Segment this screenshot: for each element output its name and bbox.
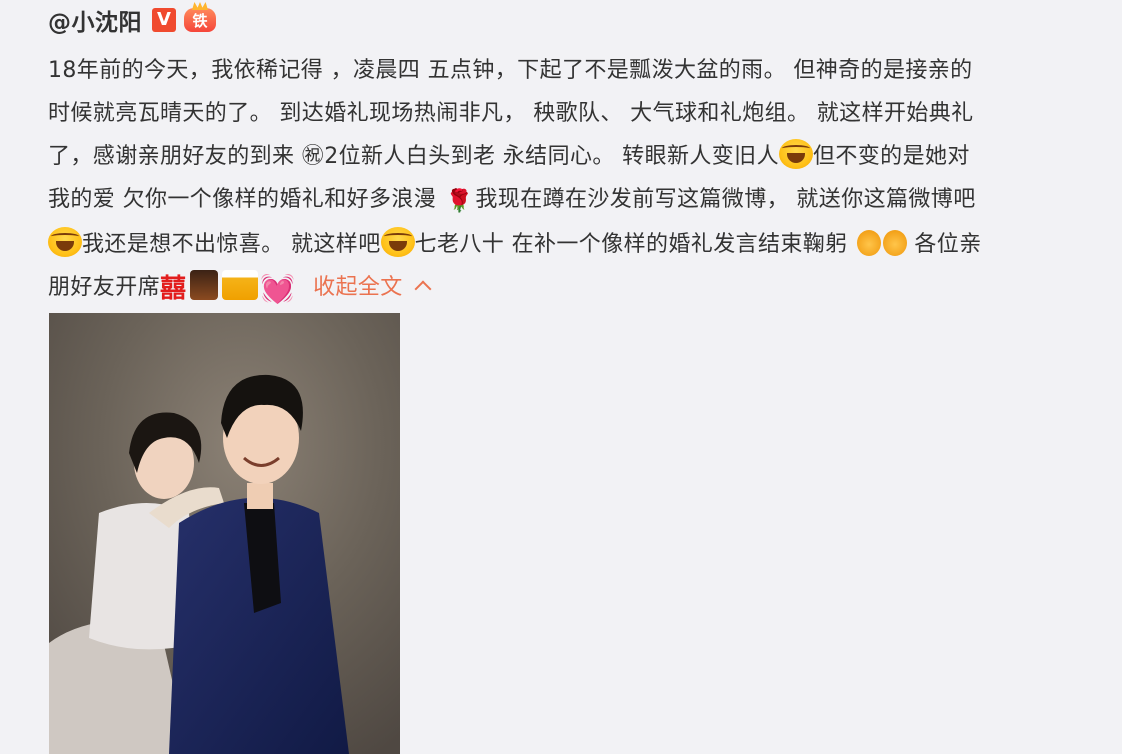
weibo-post: @小沈阳 V 铁 18年前的今天，我依稀记得 ，凌晨四 五点钟，下起了不是瓢泼大… [48,0,1108,311]
fan-crown-badge-icon[interactable]: 铁 [184,8,216,32]
post-text: 了，感谢亲朋好友的到来 ㊗2位新人白头到老 永结同心。 转眼新人变旧人 [48,144,779,169]
laugh-cry-emoji-icon [380,227,415,257]
post-photo[interactable] [49,313,400,754]
content-line: 我的爱 欠你一个像样的婚礼和好多浪漫 🌹我现在蹲在沙发前写这篇微博， 就送你这篇… [48,178,1098,223]
post-text: 但不变的是她对 [812,144,970,169]
author-name[interactable]: @小沈阳 [48,3,142,37]
groom-emoji-icon [883,230,908,256]
double-happiness-emoji-icon: 囍 [160,274,187,304]
laugh-cry-emoji-icon [778,139,813,169]
collapse-full-text-link[interactable]: 收起全文 [313,275,432,300]
bride-emoji-icon [857,230,882,256]
collapse-label[interactable]: 收起全文 [313,275,403,300]
post-text: 朋好友开席 [48,275,161,300]
couple-photo-illustration [49,313,400,754]
post-text: 18年前的今天，我依稀记得 ，凌晨四 五点钟，下起了不是瓢泼大盆的雨。 但神奇的… [48,58,973,83]
content-line: 时候就亮瓦晴天的了。 到达婚礼现场热闹非凡， 秧歌队、 大气球和礼炮组。 就这样… [48,92,1098,135]
laugh-cry-emoji-icon [48,227,82,257]
content-line: 朋好友开席囍 💓 收起全文 [48,266,1098,311]
post-text: 我现在蹲在沙发前写这篇微博， 就送你这篇微博吧 [475,187,976,212]
post-content: 18年前的今天，我依稀记得 ，凌晨四 五点钟，下起了不是瓢泼大盆的雨。 但神奇的… [48,49,1098,311]
post-text: 七老八十 在补一个像样的婚礼发言结束鞠躬 [414,232,848,257]
post-text: 时候就亮瓦晴天的了。 到达婚礼现场热闹非凡， 秧歌队、 大气球和礼炮组。 就这样… [48,101,974,126]
post-text: 我还是想不出惊喜。 就这样吧 [82,232,381,257]
drink-emoji-icon [190,270,219,300]
verified-vip-icon[interactable]: V [152,8,176,32]
content-line: 了，感谢亲朋好友的到来 ㊗2位新人白头到老 永结同心。 转眼新人变旧人 但不变的是… [48,135,1098,178]
post-text: 各位亲 [907,232,982,257]
content-line: 18年前的今天，我依稀记得 ，凌晨四 五点钟，下起了不是瓢泼大盆的雨。 但神奇的… [48,49,1098,92]
post-text: 我的爱 欠你一个像样的婚礼和好多浪漫 [48,187,437,212]
beer-emoji-icon [222,270,259,300]
heart-emoji-icon: 💓 [260,272,296,305]
author-row: @小沈阳 V 铁 [48,0,1108,40]
chevron-up-icon[interactable] [414,280,432,298]
content-line: 我还是想不出惊喜。 就这样吧 七老八十 在补一个像样的婚礼发言结束鞠躬 各位亲 [48,223,1098,266]
rose-emoji-icon: 🌹 [445,189,474,214]
